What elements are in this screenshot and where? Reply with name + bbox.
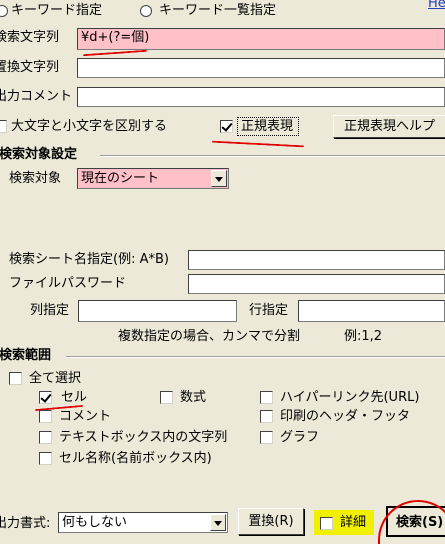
print-header-footer-label: 印刷のヘッダ・フッタ bbox=[280, 409, 411, 424]
radio-keyword-list[interactable] bbox=[140, 5, 152, 17]
textbox-label: テキストボックス内の文字列 bbox=[59, 430, 228, 445]
target-settings-title: 検索対象設定 bbox=[0, 147, 78, 162]
replace-text-field[interactable] bbox=[77, 58, 445, 78]
output-format-label: 出力書式: bbox=[0, 516, 51, 531]
regex-checkbox[interactable] bbox=[220, 120, 233, 133]
multi-spec-example: 例:1,2 bbox=[344, 329, 383, 344]
regex-help-button-label: 正規表現ヘルプ bbox=[344, 119, 436, 134]
radio-keyword-list-label: キーワード一覧指定 bbox=[159, 3, 277, 18]
multi-spec-hint: 複数指定の場合、カンマで分割 bbox=[118, 329, 301, 344]
file-password-field[interactable] bbox=[188, 274, 445, 294]
select-all-checkbox[interactable] bbox=[9, 372, 22, 385]
cell-name-checkbox[interactable] bbox=[39, 452, 52, 465]
formula-checkbox[interactable] bbox=[160, 391, 173, 404]
textbox-checkbox[interactable] bbox=[39, 431, 52, 444]
output-format-select[interactable]: 何もしない bbox=[58, 512, 228, 533]
target-label: 検索対象 bbox=[9, 171, 62, 186]
regex-help-button[interactable]: 正規表現ヘルプ bbox=[333, 115, 445, 138]
replace-button-label: 置換(R) bbox=[248, 514, 294, 529]
case-sensitive-checkbox[interactable] bbox=[0, 120, 7, 133]
graph-label: グラフ bbox=[280, 430, 320, 445]
annotation-underline-regex bbox=[212, 140, 304, 148]
search-text-value: ¥d+(?=個) bbox=[81, 30, 150, 45]
graph-checkbox[interactable] bbox=[260, 431, 273, 444]
chevron-down-icon[interactable] bbox=[211, 170, 227, 187]
output-format-value: 何もしない bbox=[62, 515, 128, 530]
case-sensitive-label: 大文字と小文字を区別する bbox=[11, 119, 168, 134]
file-password-label: ファイルパスワード bbox=[9, 276, 127, 291]
hyperlink-label: ハイパーリンク先(URL) bbox=[280, 390, 420, 405]
regex-focus-box bbox=[237, 117, 299, 136]
select-all-label: 全て選択 bbox=[29, 371, 82, 386]
search-text-field[interactable]: ¥d+(?=個) bbox=[77, 28, 445, 50]
help-link[interactable]: He bbox=[428, 0, 445, 12]
chevron-down-icon[interactable] bbox=[210, 514, 226, 531]
print-header-footer-checkbox[interactable] bbox=[260, 410, 273, 423]
cell-label: セル bbox=[61, 390, 88, 405]
target-select[interactable]: 現在のシート bbox=[77, 168, 229, 189]
output-comment-label: 出力コメント bbox=[0, 89, 73, 104]
cell-name-label: セル名称(名前ボックス内) bbox=[59, 451, 212, 466]
search-range-divider bbox=[66, 356, 445, 358]
search-range-title: 検索範囲 bbox=[0, 348, 52, 363]
output-comment-field[interactable] bbox=[77, 87, 445, 107]
detail-label: 詳細 bbox=[340, 515, 367, 530]
target-settings-divider bbox=[100, 155, 445, 157]
comment-label: コメント bbox=[59, 409, 112, 424]
replace-text-label: 置換文字列 bbox=[0, 60, 60, 75]
row-label: 行指定 bbox=[249, 303, 289, 318]
cell-checkbox[interactable] bbox=[39, 391, 52, 404]
hyperlink-checkbox[interactable] bbox=[260, 391, 273, 404]
target-select-value: 現在のシート bbox=[81, 171, 160, 186]
radio-keyword[interactable] bbox=[0, 5, 8, 17]
column-label: 列指定 bbox=[30, 303, 70, 318]
row-field[interactable] bbox=[298, 300, 445, 322]
radio-keyword-label: キーワード指定 bbox=[11, 3, 103, 18]
sheet-name-label: 検索シート名指定(例: A*B) bbox=[9, 252, 169, 267]
search-text-label: 検索文字列 bbox=[0, 30, 60, 45]
column-field[interactable] bbox=[78, 300, 237, 322]
annotation-underline-search bbox=[83, 49, 147, 57]
formula-label: 数式 bbox=[180, 390, 207, 405]
comment-checkbox[interactable] bbox=[39, 410, 52, 423]
detail-checkbox[interactable] bbox=[320, 517, 333, 530]
replace-button[interactable]: 置換(R) bbox=[238, 508, 304, 535]
sheet-name-field[interactable] bbox=[188, 250, 445, 270]
